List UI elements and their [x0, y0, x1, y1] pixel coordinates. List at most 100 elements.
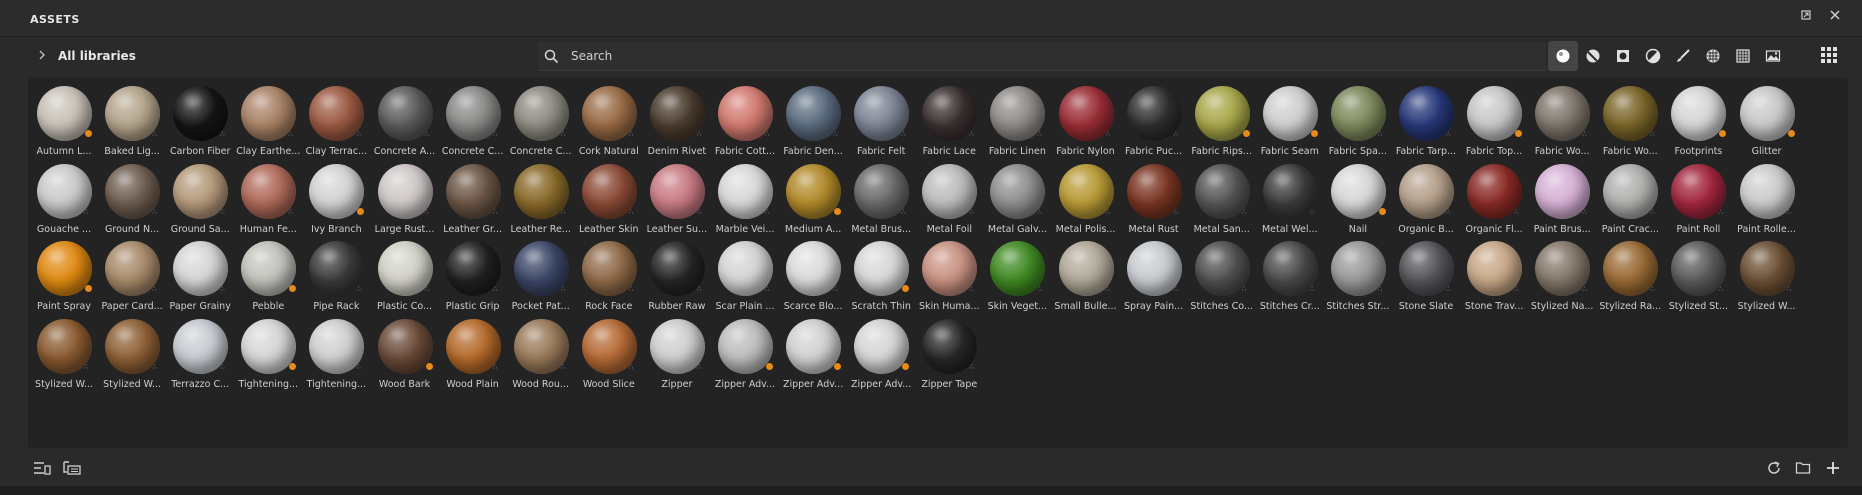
asset-tile[interactable]: ∴ Stitches Cr...	[1256, 236, 1322, 312]
asset-tile[interactable]: Autumn L...	[30, 81, 96, 157]
asset-tile[interactable]: ∴ Skin Veget...	[983, 236, 1049, 312]
asset-tile[interactable]: ∴ Stylized Na...	[1528, 236, 1594, 312]
asset-tile[interactable]: ∴ Spray Pain...	[1120, 236, 1186, 312]
asset-tile[interactable]: ∴ Metal San...	[1188, 159, 1254, 235]
asset-tile[interactable]: ∴ Clay Earthe...	[234, 81, 300, 157]
asset-tile[interactable]: ∴ Scarce Blo...	[779, 236, 845, 312]
smart-materials-filter-button[interactable]	[1578, 41, 1608, 71]
asset-tile[interactable]: ∴ Tightening...	[302, 314, 368, 390]
grid-view-button[interactable]	[1820, 46, 1840, 66]
brushes-filter-button[interactable]	[1668, 41, 1698, 71]
asset-tile[interactable]: Zipper Adv...	[711, 314, 777, 390]
asset-tile[interactable]: ∴ Fabric Tarp...	[1392, 81, 1458, 157]
asset-tile[interactable]: ∴ Clay Terrac...	[302, 81, 368, 157]
refresh-icon[interactable]	[1766, 460, 1786, 478]
asset-tile[interactable]: ∴ Fabric Lace	[915, 81, 981, 157]
asset-tile[interactable]: ∴ Ground Sa...	[166, 159, 232, 235]
asset-tile[interactable]: ∴ Baked Lig...	[98, 81, 164, 157]
asset-tile[interactable]: ∴ Fabric Den...	[779, 81, 845, 157]
asset-tile[interactable]: Medium A...	[779, 159, 845, 235]
close-icon[interactable]	[1826, 9, 1844, 27]
asset-tile[interactable]: ∴ Metal Wel...	[1256, 159, 1322, 235]
asset-tile[interactable]: ∴ Metal Polis...	[1052, 159, 1118, 235]
asset-tile[interactable]: ∴ Paint Roll	[1664, 159, 1730, 235]
asset-tile[interactable]: ∴ Concrete C...	[439, 81, 505, 157]
asset-tile[interactable]: ∴ Stylized Ra...	[1596, 236, 1662, 312]
asset-tile[interactable]: ∴ Leather Gr...	[439, 159, 505, 235]
asset-tile[interactable]: ∴ Fabric Puc...	[1120, 81, 1186, 157]
undock-icon[interactable]	[1797, 9, 1815, 27]
asset-tile[interactable]: ∴ Marble Vei...	[711, 159, 777, 235]
asset-tile[interactable]: ∴ Concrete A...	[371, 81, 437, 157]
asset-tile[interactable]: ∴ Concrete C...	[507, 81, 573, 157]
asset-tile[interactable]: ∴ Stylized W...	[30, 314, 96, 390]
asset-tile[interactable]: ∴ Fabric Wo...	[1528, 81, 1594, 157]
asset-tile[interactable]: Wood Bark	[371, 314, 437, 390]
asset-tile[interactable]: ∴ Leather Re...	[507, 159, 573, 235]
asset-tile[interactable]: ∴ Plastic Grip	[439, 236, 505, 312]
asset-tile[interactable]: ∴ Wood Slice	[575, 314, 641, 390]
asset-tile[interactable]: ∴ Zipper Tape	[915, 314, 981, 390]
asset-tile[interactable]: ∴ Leather Su...	[643, 159, 709, 235]
asset-tile[interactable]: ∴ Human Fe...	[234, 159, 300, 235]
asset-tile[interactable]: Zipper Adv...	[847, 314, 913, 390]
asset-tile[interactable]: Footprints	[1664, 81, 1730, 157]
asset-tile[interactable]: ∴ Wood Plain	[439, 314, 505, 390]
asset-tile[interactable]: Fabric Top...	[1460, 81, 1526, 157]
asset-tile[interactable]: Scratch Thin	[847, 236, 913, 312]
asset-tile[interactable]: ∴ Paper Card...	[98, 236, 164, 312]
textures-filter-button[interactable]	[1698, 41, 1728, 71]
asset-tile[interactable]: ∴ Stone Trav...	[1460, 236, 1526, 312]
asset-tile[interactable]: ∴ Paper Grainy	[166, 236, 232, 312]
asset-tile[interactable]: ∴ Zipper	[643, 314, 709, 390]
asset-tile[interactable]: Zipper Adv...	[779, 314, 845, 390]
asset-tile[interactable]: ∴ Rubber Raw	[643, 236, 709, 312]
asset-tile[interactable]: Glitter	[1733, 81, 1799, 157]
asset-tile[interactable]: ∴ Stitches Co...	[1188, 236, 1254, 312]
asset-tile[interactable]: ∴ Pocket Pat...	[507, 236, 573, 312]
asset-tile[interactable]: ∴ Paint Rolle...	[1733, 159, 1799, 235]
asset-tile[interactable]: ∴ Stitches Str...	[1324, 236, 1390, 312]
generators-filter-button[interactable]	[1638, 41, 1668, 71]
asset-tile[interactable]: ∴ Fabric Wo...	[1596, 81, 1662, 157]
alphas-filter-button[interactable]	[1728, 41, 1758, 71]
asset-tile[interactable]: ∴ Terrazzo C...	[166, 314, 232, 390]
asset-tile[interactable]: ∴ Pipe Rack	[302, 236, 368, 312]
asset-tile[interactable]: ∴ Rock Face	[575, 236, 641, 312]
asset-tile[interactable]: ∴ Stylized W...	[98, 314, 164, 390]
asset-tile[interactable]: ∴ Metal Brus...	[847, 159, 913, 235]
asset-tile[interactable]: ∴ Wood Rou...	[507, 314, 573, 390]
asset-tile[interactable]: ∴ Fabric Cott...	[711, 81, 777, 157]
asset-tile[interactable]: ∴ Skin Huma...	[915, 236, 981, 312]
asset-tile[interactable]: ∴ Gouache ...	[30, 159, 96, 235]
asset-tile[interactable]: ∴ Scar Plain ...	[711, 236, 777, 312]
search-box[interactable]	[538, 42, 1546, 71]
asset-tile[interactable]: Pebble	[234, 236, 300, 312]
materials-filter-button[interactable]	[1548, 41, 1578, 71]
asset-tile[interactable]: ∴ Metal Rust	[1120, 159, 1186, 235]
asset-tile[interactable]: ∴ Organic Fl...	[1460, 159, 1526, 235]
asset-tile[interactable]: ∴ Fabric Spa...	[1324, 81, 1390, 157]
asset-tile[interactable]: ∴ Denim Rivet	[643, 81, 709, 157]
environments-filter-button[interactable]	[1758, 41, 1788, 71]
asset-tile[interactable]: ∴ Stylized W...	[1733, 236, 1799, 312]
list-view-toggle-icon[interactable]	[33, 460, 53, 478]
folder-tree-toggle-icon[interactable]	[63, 460, 83, 478]
asset-tile[interactable]: Nail	[1324, 159, 1390, 235]
asset-tile[interactable]: ∴ Fabric Nylon	[1052, 81, 1118, 157]
asset-tile[interactable]: ∴ Stone Slate	[1392, 236, 1458, 312]
asset-tile[interactable]: Tightening...	[234, 314, 300, 390]
masks-filter-button[interactable]	[1608, 41, 1638, 71]
search-input[interactable]	[569, 48, 1473, 64]
asset-tile[interactable]: ∴ Cork Natural	[575, 81, 641, 157]
asset-tile[interactable]: ∴ Paint Crac...	[1596, 159, 1662, 235]
asset-tile[interactable]: Fabric Rips...	[1188, 81, 1254, 157]
asset-tile[interactable]: ∴ Fabric Felt	[847, 81, 913, 157]
library-selector[interactable]: All libraries	[38, 49, 136, 63]
asset-tile[interactable]: ∴ Metal Foil	[915, 159, 981, 235]
asset-tile[interactable]: ∴ Organic B...	[1392, 159, 1458, 235]
asset-tile[interactable]: ∴ Leather Skin	[575, 159, 641, 235]
asset-tile[interactable]: ∴ Ground N...	[98, 159, 164, 235]
asset-tile[interactable]: ∴ Fabric Linen	[983, 81, 1049, 157]
asset-tile[interactable]: Fabric Seam	[1256, 81, 1322, 157]
